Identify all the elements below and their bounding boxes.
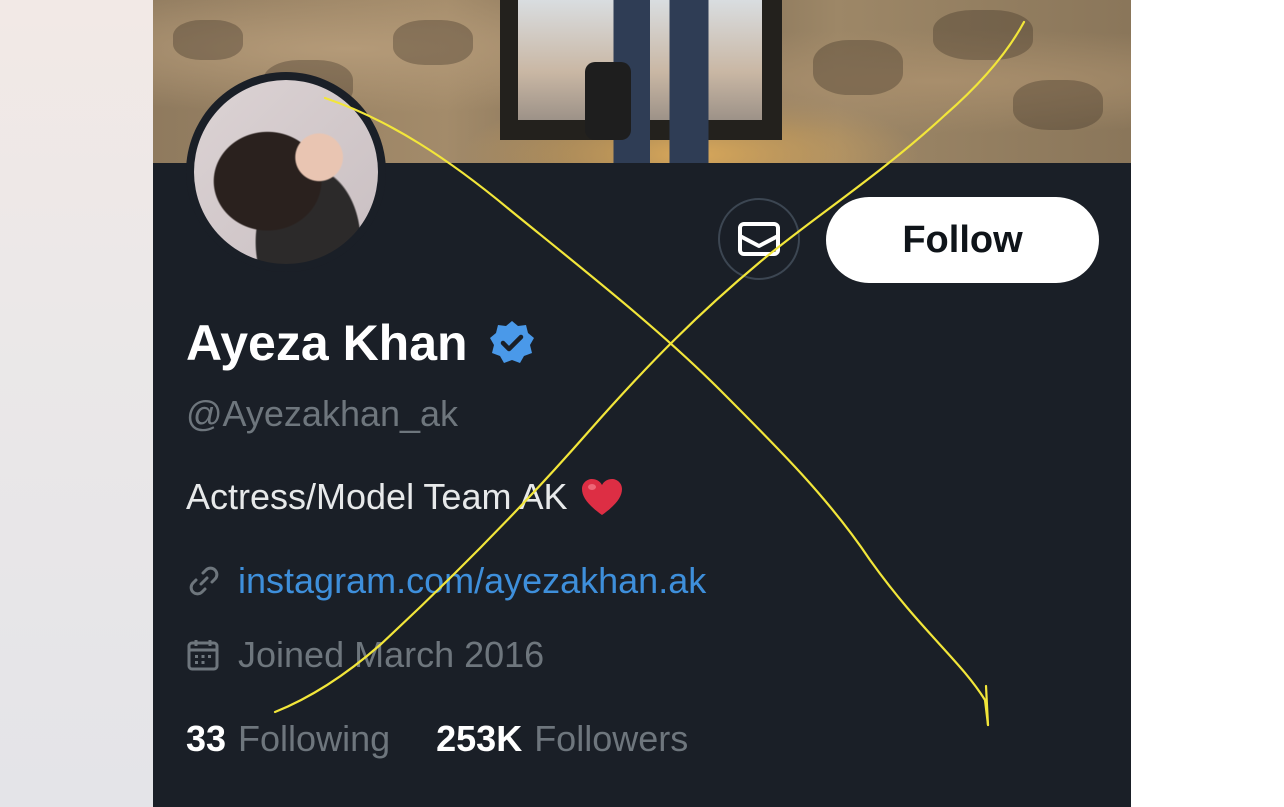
right-background <box>1131 0 1284 807</box>
profile-handle: @Ayezakhan_ak <box>186 393 459 434</box>
banner-stone <box>1013 80 1103 130</box>
profile-website: instagram.com/ayezakhan.ak <box>186 560 706 602</box>
avatar-photo <box>194 80 378 264</box>
avatar[interactable] <box>186 72 386 272</box>
following-label: Following <box>238 718 391 759</box>
banner-stone <box>813 40 903 95</box>
heart-emoji-icon <box>581 479 622 515</box>
left-background <box>0 0 153 807</box>
link-icon <box>189 566 219 596</box>
following-link[interactable]: 33 Following <box>186 718 390 760</box>
verified-badge-icon <box>489 321 534 363</box>
profile-card: Follow Ayeza Khan @Ayezakhan_ak Actress/… <box>153 0 1131 807</box>
banner-stone <box>173 20 243 60</box>
profile-bio: Actress/Model Team AK <box>186 476 624 518</box>
name-row: Ayeza Khan <box>186 310 536 376</box>
banner-bag <box>585 62 631 140</box>
website-link[interactable]: instagram.com/ayezakhan.ak <box>238 560 706 602</box>
calendar-icon <box>187 640 219 671</box>
joined-date: Joined March 2016 <box>238 634 545 675</box>
followers-count: 253K <box>436 718 523 759</box>
followers-label: Followers <box>534 718 689 759</box>
profile-stats: 33 Following 253K Followers <box>186 718 688 760</box>
bio-text: Actress/Model Team AK <box>186 476 568 517</box>
profile-joined: Joined March 2016 <box>186 634 544 676</box>
banner-stone <box>393 20 473 65</box>
display-name: Ayeza Khan <box>186 315 468 371</box>
follow-button[interactable]: Follow <box>826 197 1099 283</box>
envelope-icon <box>738 222 780 256</box>
following-count: 33 <box>186 718 227 759</box>
followers-link[interactable]: 253K Followers <box>436 718 688 760</box>
message-button[interactable] <box>718 198 800 280</box>
banner-stone <box>933 10 1033 60</box>
